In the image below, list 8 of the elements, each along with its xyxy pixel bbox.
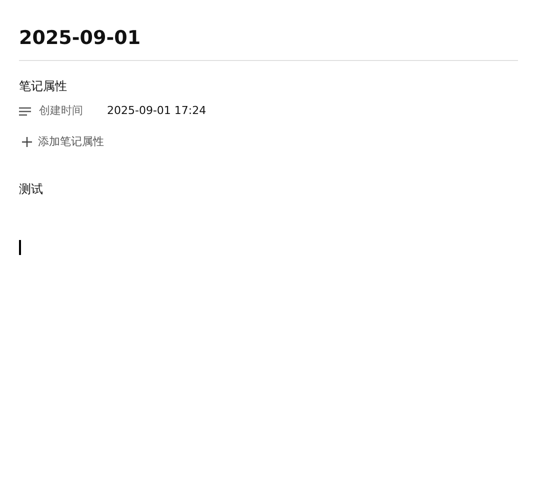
note-title[interactable]: 2025-09-01: [19, 24, 518, 52]
property-value[interactable]: 2025-09-01 17:24: [107, 103, 206, 120]
section-heading: 笔记属性: [19, 78, 68, 95]
property-name[interactable]: 创建时间: [39, 103, 83, 120]
body-paragraph[interactable]: 测试: [19, 180, 518, 198]
lines-icon: [19, 106, 31, 116]
add-property-button[interactable]: 添加笔记属性: [19, 134, 104, 150]
plus-icon: [22, 136, 32, 147]
